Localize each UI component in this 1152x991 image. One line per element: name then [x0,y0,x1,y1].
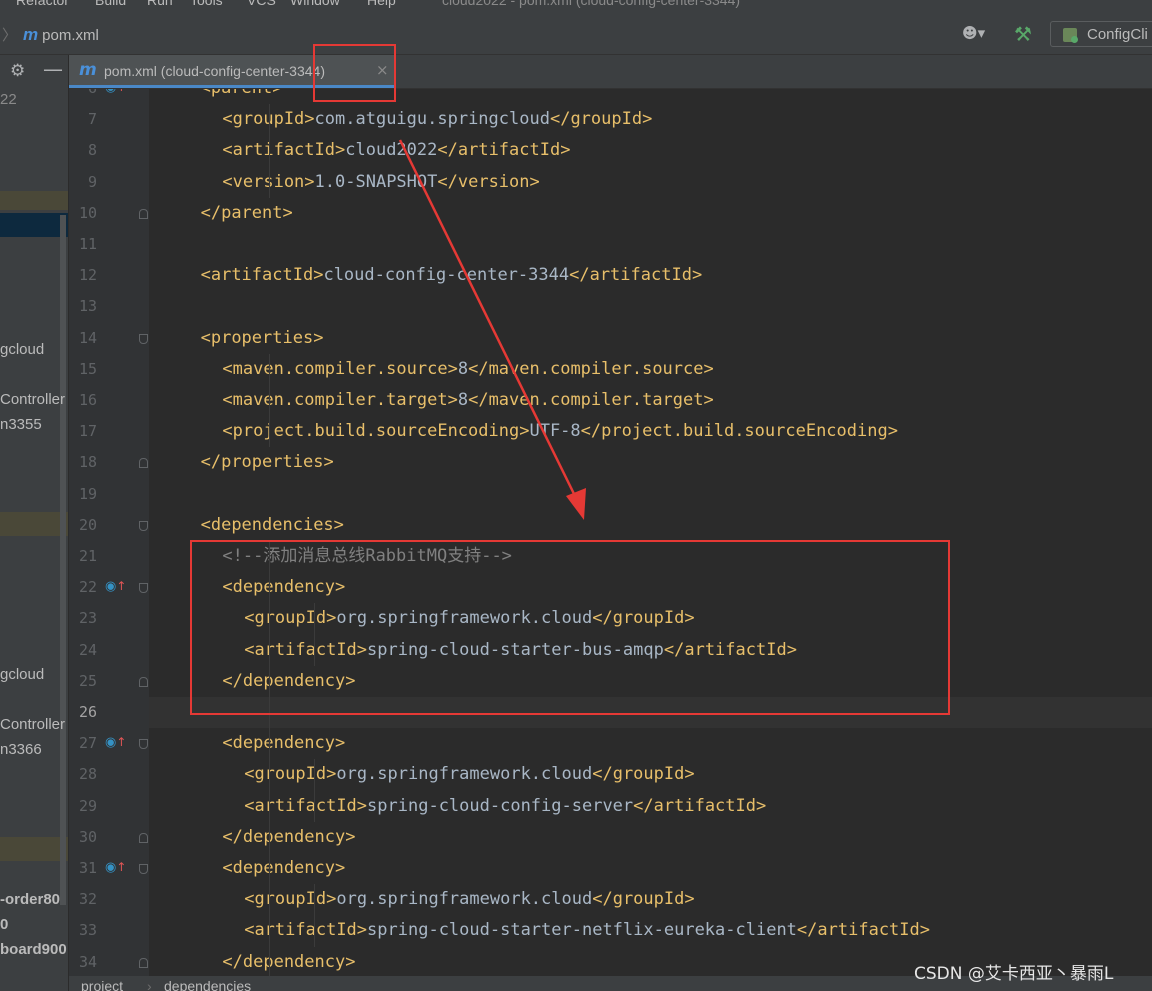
annotation-arrow [398,139,586,520]
watermark: CSDN @艾卡西亚丶暴雨L [914,964,1114,984]
